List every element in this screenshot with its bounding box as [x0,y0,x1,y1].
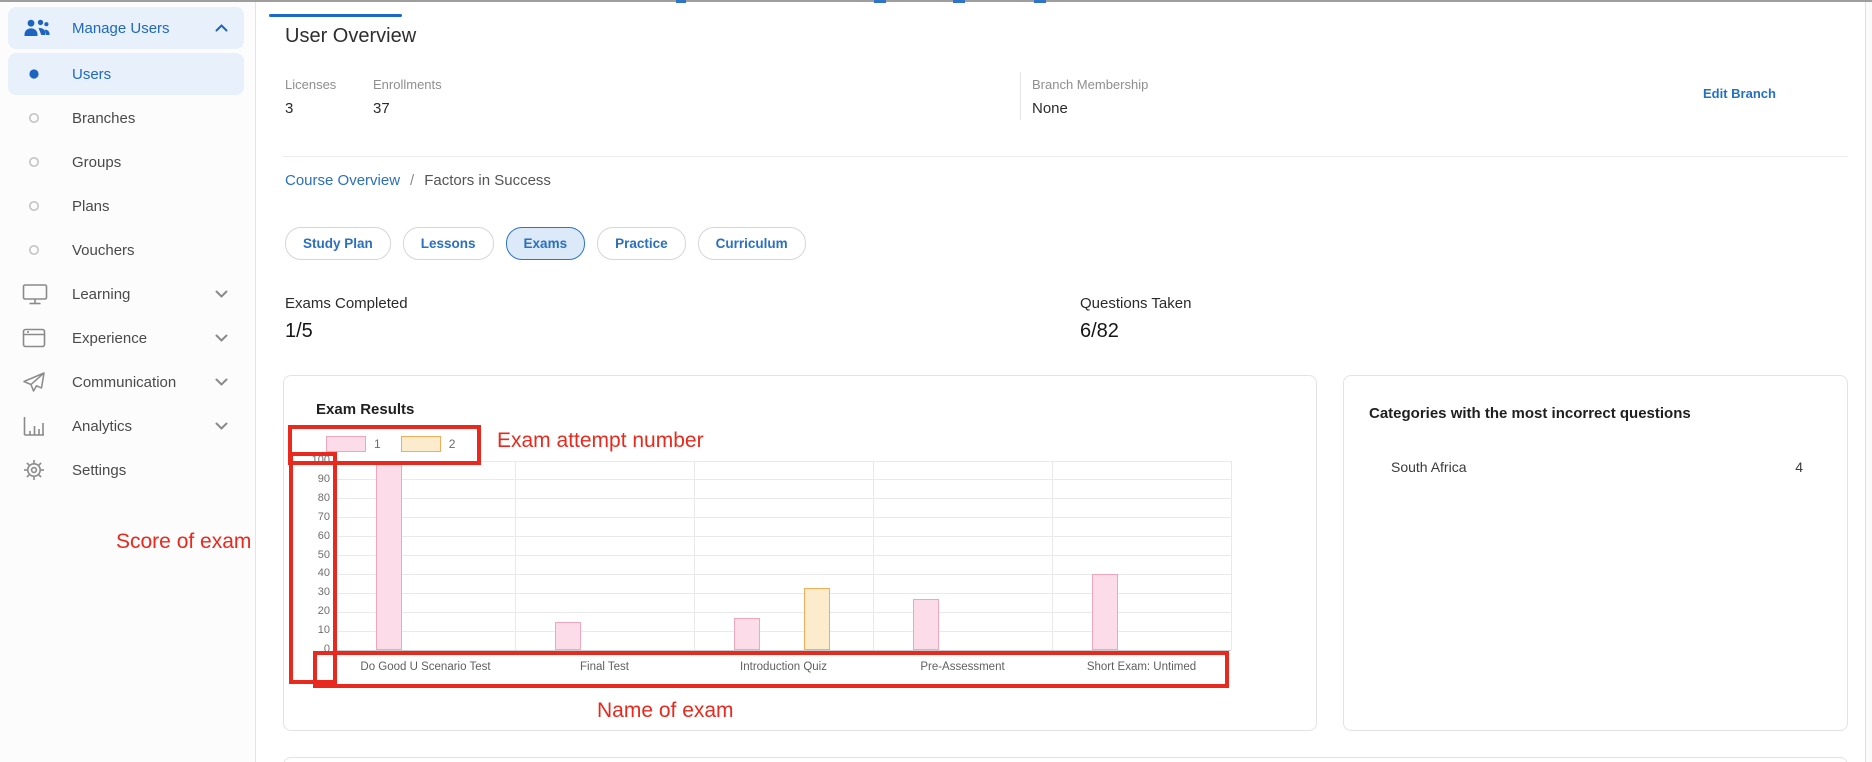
breadcrumb-separator: / [410,172,415,189]
cutoff-link-fragment [953,0,965,3]
sidebar-item-label: Groups [72,153,122,171]
gridline-h [336,498,1231,500]
branch-membership-value: None [1032,100,1068,117]
category-count: 4 [1795,459,1803,475]
bar-attempt-1 [375,461,402,650]
gear-icon [8,458,72,482]
top-divider [0,0,1872,2]
questions-taken-value: 6/82 [1080,320,1119,342]
tab-curriculum[interactable]: Curriculum [697,227,806,260]
sidebar: Manage Users Users Branches Groups Plans… [0,2,256,762]
chevron-down-icon[interactable] [215,378,244,386]
sidebar-item-manage-users[interactable]: Manage Users [8,7,244,49]
sidebar-item-label: Users [72,65,112,83]
chevron-down-icon[interactable] [215,422,244,430]
tab-exams[interactable]: Exams [505,227,586,260]
sidebar-item-label: Settings [72,461,127,479]
licenses-value: 3 [285,100,294,117]
annotation-box-x-labels [313,651,1229,688]
exams-completed-label: Exams Completed [285,295,408,312]
enrollments-label: Enrollments [373,77,442,92]
chevron-down-icon[interactable] [215,334,244,342]
sidebar-item-communication[interactable]: Communication [8,361,244,403]
bar-attempt-1 [554,621,581,650]
bar-attempt-1 [912,598,939,650]
window-icon [8,328,72,348]
radio-icon [8,112,72,124]
gridline-v [872,461,874,650]
bar-attempt-1 [733,617,760,650]
sidebar-item-label: Experience [72,329,148,347]
cutoff-link-fragment [1034,0,1046,3]
sidebar-item-label: Branches [72,109,136,127]
branch-membership-label: Branch Membership [1032,77,1149,92]
questions-taken-label: Questions Taken [1080,295,1192,312]
paper-plane-icon [8,371,72,393]
sidebar-item-experience[interactable]: Experience [8,317,244,359]
edit-branch-link[interactable]: Edit Branch [1703,86,1776,101]
users-group-icon [8,18,72,38]
bar-attempt-2 [803,587,830,650]
sidebar-item-vouchers[interactable]: Vouchers [8,229,244,271]
licenses-label: Licenses [285,77,337,92]
scrollbar-track[interactable] [1865,2,1872,762]
bar-chart-icon [8,415,72,437]
sidebar-item-analytics[interactable]: Analytics [8,405,244,447]
category-name: South Africa [1391,459,1467,475]
section-divider [283,156,1848,157]
sidebar-item-label: Learning [72,285,131,303]
radio-icon [8,244,72,256]
gridline-h [336,517,1231,519]
page-title: User Overview [285,25,417,47]
gridline-v [1051,461,1053,650]
user-overview-page: Manage Users Users Branches Groups Plans… [0,0,1872,762]
category-row: South Africa 4 [1391,459,1803,475]
monitor-icon [8,283,72,305]
annotation-exam-attempt-number: Exam attempt number [497,429,704,452]
radio-icon [8,156,72,168]
gridline-v [1230,461,1232,650]
sidebar-item-learning[interactable]: Learning [8,273,244,315]
tab-practice[interactable]: Practice [597,227,686,260]
breadcrumb-current: Factors in Success [424,172,551,189]
breadcrumb-course-overview-link[interactable]: Course Overview [285,172,400,189]
annotation-name-of-exam: Name of exam [597,699,734,722]
next-section-card [283,757,1848,762]
sidebar-item-groups[interactable]: Groups [8,141,244,183]
annotation-box-y-axis [289,452,337,684]
chevron-down-icon[interactable] [215,290,244,298]
sidebar-item-label: Plans [72,197,110,215]
sidebar-item-plans[interactable]: Plans [8,185,244,227]
sidebar-item-branches[interactable]: Branches [8,97,244,139]
bar-attempt-1 [1091,574,1118,650]
radio-selected-icon [8,68,72,80]
gridline-v [693,461,695,650]
categories-card-title: Categories with the most incorrect quest… [1369,405,1691,422]
header-divider [1020,72,1021,120]
sidebar-item-users[interactable]: Users [8,53,244,95]
cutoff-link-fragment [874,0,886,3]
gridline-v [514,461,516,650]
enrollments-value: 37 [373,100,390,117]
sidebar-item-label: Manage Users [72,19,170,37]
radio-icon [8,200,72,212]
breadcrumb: Course Overview / Factors in Success [285,172,551,189]
incorrect-categories-card: Categories with the most incorrect quest… [1343,375,1848,731]
annotation-score-of-exam: Score of exam [116,530,252,553]
active-tab-indicator [269,14,402,17]
sidebar-item-label: Analytics [72,417,133,435]
tab-lessons[interactable]: Lessons [402,227,494,260]
gridline-h [336,479,1231,481]
sidebar-item-settings[interactable]: Settings [8,449,244,491]
tab-study-plan[interactable]: Study Plan [285,227,391,260]
chevron-up-icon[interactable] [215,24,244,32]
sidebar-item-label: Communication [72,373,177,391]
course-section-tabs: Study Plan Lessons Exams Practice Curric… [285,227,806,260]
gridline-h [336,555,1231,556]
cutoff-link-fragment [676,0,686,3]
sidebar-item-label: Vouchers [72,241,135,259]
gridline-h [336,536,1231,538]
exams-completed-value: 1/5 [285,320,313,342]
